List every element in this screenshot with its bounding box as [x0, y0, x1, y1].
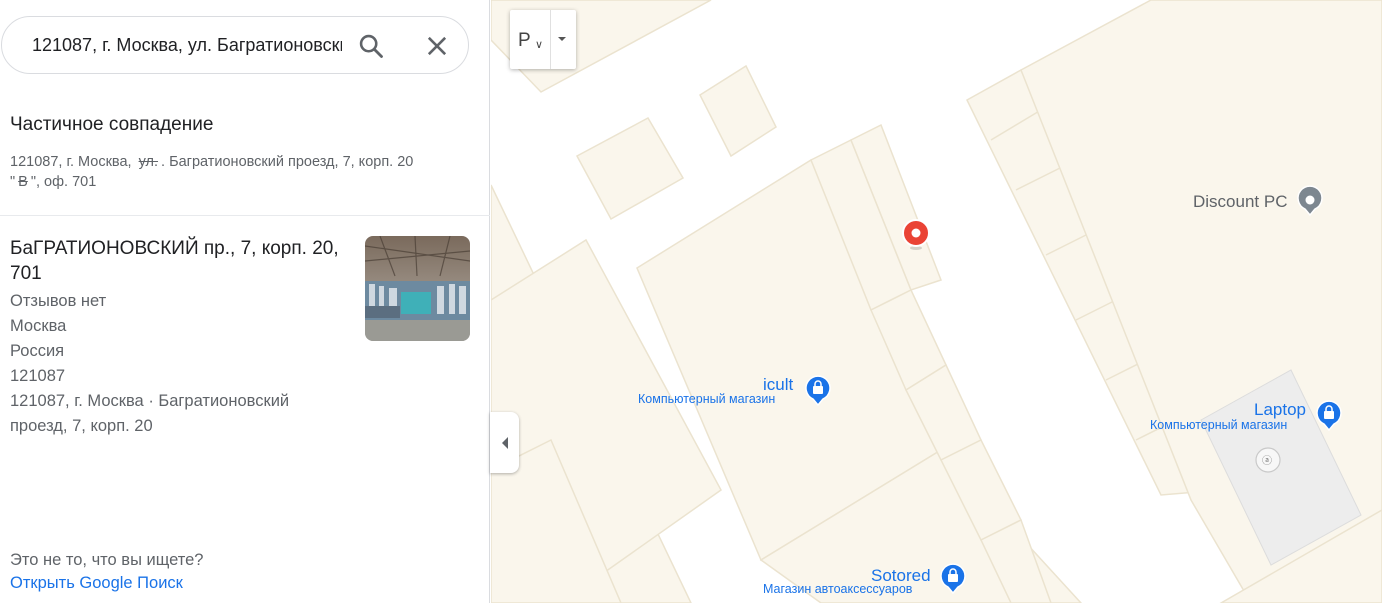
location-marker[interactable]	[901, 218, 931, 252]
side-panel: Частичное совпадение 121087, г. Москва, …	[0, 0, 490, 603]
place-pin-icon[interactable]	[1295, 185, 1325, 222]
caret-left-icon	[500, 436, 510, 455]
shopping-bag-icon[interactable]	[938, 563, 968, 600]
partial-match-address-line1: 121087, г. Москва, ул.. Багратионовский …	[10, 154, 413, 170]
poi-category: Магазин автоаксессуаров	[763, 582, 913, 596]
result-address-line2: проезд, 7, корп. 20	[10, 417, 153, 435]
result-city: Москва	[10, 317, 67, 335]
search-box	[1, 16, 469, 74]
result-postcode: 121087	[10, 367, 66, 385]
partial-match-text: ", оф. 701	[30, 174, 97, 190]
partial-match-strikethrough: ул.	[138, 154, 159, 170]
partial-match-title: Частичное совпадение	[10, 114, 214, 135]
not-this-question: Это не то, что вы ищете?	[10, 551, 204, 569]
reviews-count: Отзывов нет	[10, 292, 107, 310]
map-layer-selector[interactable]: Р ∨	[510, 10, 576, 69]
poi-name[interactable]: Laptop	[1254, 400, 1306, 420]
shopping-bag-icon[interactable]	[803, 375, 833, 412]
collapse-panel-button[interactable]	[490, 412, 519, 473]
map-tiles: ⓐ	[491, 0, 1382, 603]
result-country: Россия	[10, 342, 65, 360]
svg-text:ⓐ: ⓐ	[1262, 455, 1272, 467]
search-icon[interactable]	[357, 32, 385, 60]
layer-sublabel-icon: ∨	[535, 39, 544, 51]
layer-separator	[550, 10, 551, 69]
open-google-search-link[interactable]: Открыть Google Поиск	[10, 574, 183, 593]
partial-match-text: . Багратионовский проезд, 7, корп. 20	[161, 154, 414, 170]
layer-label[interactable]: Р	[518, 30, 531, 52]
chevron-down-icon[interactable]	[555, 32, 569, 51]
shopping-bag-icon[interactable]	[1314, 400, 1344, 437]
close-icon[interactable]	[423, 32, 451, 60]
map-canvas[interactable]: ⓐ icult Компьютерный магазин Laptop Комп…	[491, 0, 1382, 603]
divider	[0, 215, 490, 216]
partial-match-address-line2: " В ", оф. 701	[10, 174, 96, 190]
poi-name[interactable]: Discount PC	[1193, 192, 1287, 212]
search-input[interactable]	[32, 33, 342, 57]
poi-category: Компьютерный магазин	[638, 392, 776, 406]
place-photo-thumbnail[interactable]	[365, 236, 470, 341]
poi-category: Компьютерный магазин	[1150, 418, 1288, 432]
partial-match-text: 121087, г. Москва,	[10, 154, 132, 170]
partial-match-strikethrough: В	[18, 174, 28, 190]
result-title: БаГРАТИОНОВСКИЙ пр., 7, корп. 20, 701	[10, 238, 339, 284]
result-address-line1: 121087, г. Москва · Багратионовский	[10, 392, 290, 410]
